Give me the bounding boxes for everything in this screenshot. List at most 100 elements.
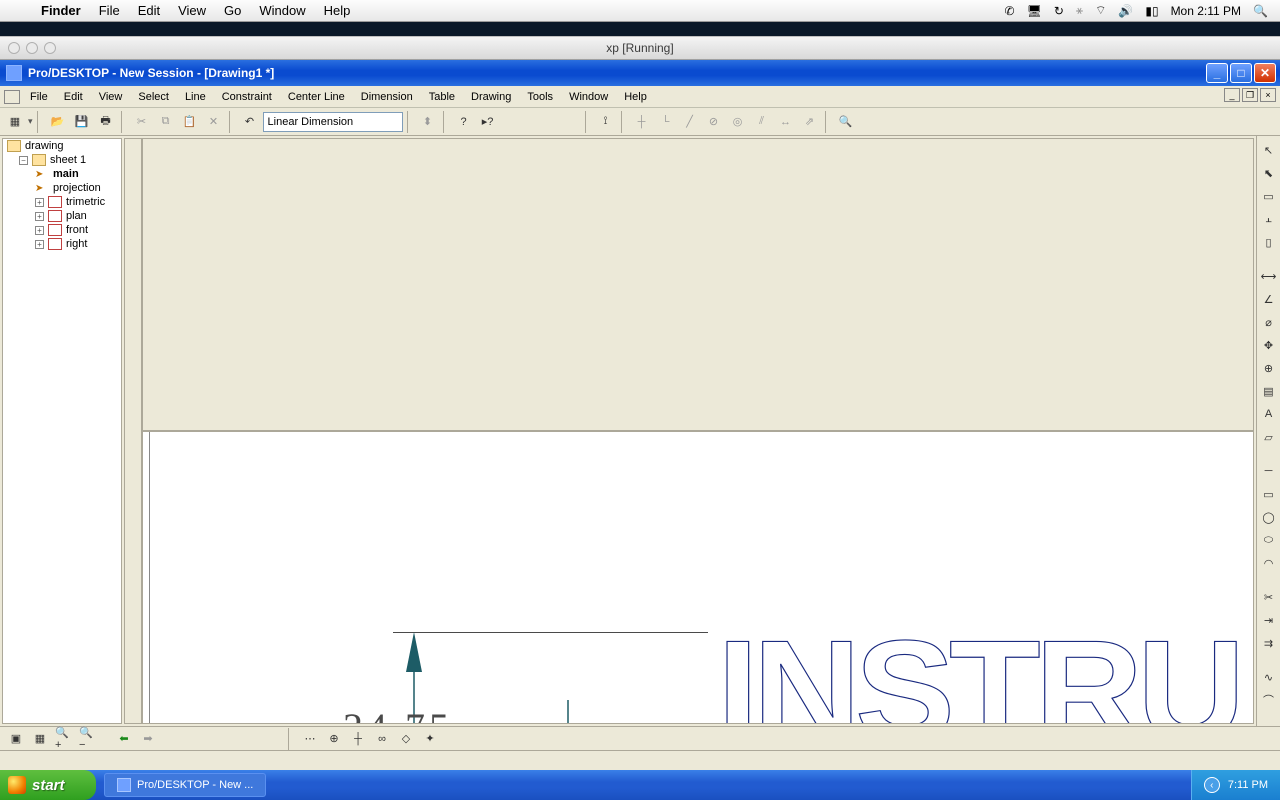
volume-icon[interactable]: 🔊 [1118,4,1133,18]
menu-centerline[interactable]: Center Line [280,89,353,105]
zoom-in-button[interactable]: 🔍+ [54,729,74,749]
tool-i[interactable]: 🔍 [835,111,857,133]
app-minimize-button[interactable]: _ [1206,63,1228,83]
dimension-value-1[interactable]: 24.75 [343,704,453,724]
tree-projection[interactable]: projection [53,182,101,194]
tree-trimetric[interactable]: trimetric [66,196,105,208]
shape-ellipse[interactable]: ⬭ [1259,530,1279,550]
mac-menu-window[interactable]: Window [250,3,314,18]
mac-menu-file[interactable]: File [90,3,129,18]
shape-arc[interactable]: ◠ [1259,553,1279,573]
menu-help[interactable]: Help [616,89,655,105]
tray-clock[interactable]: 7:11 PM [1228,779,1268,791]
next-view-button[interactable]: ➡ [138,729,158,749]
tool-c[interactable]: ╱ [679,111,701,133]
tool-g[interactable]: ↔ [775,111,797,133]
drawing-canvas[interactable]: 24.75 3.00 [142,431,1254,724]
pointer-tool[interactable]: ⬉ [1259,163,1279,183]
dim-angular-tool[interactable]: ∠ [1259,289,1279,309]
rect-tool[interactable]: ▯ [1259,232,1279,252]
mdi-icon[interactable] [4,90,20,104]
app-close-button[interactable]: ✕ [1254,63,1276,83]
update-button[interactable]: ⬍ [417,111,439,133]
doc-restore-button[interactable]: ❐ [1242,88,1258,102]
menu-file[interactable]: File [22,89,56,105]
app-titlebar[interactable]: Pro/DESKTOP - New Session - [Drawing1 *]… [0,60,1280,86]
command-combo[interactable]: Linear Dimension [263,112,403,132]
whatsthis-button[interactable]: ▸? [477,111,499,133]
spline-tool[interactable]: ∿ [1259,667,1279,687]
save-button[interactable]: 💾 [71,111,93,133]
tree-main[interactable]: main [53,168,79,180]
tool-b[interactable]: └ [655,111,677,133]
browser-tree[interactable]: drawing −sheet 1 main projection +trimet… [2,138,122,724]
open-button[interactable]: 📂 [47,111,69,133]
offset-tool[interactable]: ⇉ [1259,633,1279,653]
zoom-out-button[interactable]: 🔍− [78,729,98,749]
note-tool[interactable]: A [1259,404,1279,424]
tool-a[interactable]: ┼ [631,111,653,133]
vm-close-button[interactable] [8,42,20,54]
help-button[interactable]: ? [453,111,475,133]
tree-front[interactable]: front [66,224,88,236]
zoom-extents-button[interactable]: ▦ [30,729,50,749]
app-maximize-button[interactable]: □ [1230,63,1252,83]
centerline-tool[interactable]: ⊕ [1259,358,1279,378]
trim-tool[interactable]: ✂ [1259,587,1279,607]
start-button[interactable]: start [0,770,96,800]
print-button[interactable]: 🖶 [95,111,117,133]
snap-a[interactable]: ⋯ [300,729,320,749]
mac-app-menu[interactable]: Finder [32,3,90,18]
shape-circle[interactable]: ◯ [1259,507,1279,527]
measure-button[interactable]: ⟟ [595,111,617,133]
hatch-tool[interactable]: ▤ [1259,381,1279,401]
dim-diameter-tool[interactable]: ⌀ [1259,312,1279,332]
snap-d[interactable]: ∞ [372,729,392,749]
cut-button[interactable]: ✂ [131,111,153,133]
new-design-button[interactable]: ▦ [4,111,26,133]
timemachine-icon[interactable]: ↻ [1054,4,1064,18]
expand-toggle[interactable]: + [35,212,44,221]
vm-minimize-button[interactable] [26,42,38,54]
paste-button[interactable]: 📋 [179,111,201,133]
select-tool[interactable]: ↖ [1259,140,1279,160]
undo-button[interactable]: ↶ [239,111,261,133]
prev-view-button[interactable]: ⬅ [114,729,134,749]
tree-plan[interactable]: plan [66,210,87,222]
fillet-tool[interactable]: ⌒ [1259,690,1279,710]
menu-dimension[interactable]: Dimension [353,89,421,105]
menu-drawing[interactable]: Drawing [463,89,519,105]
menu-edit[interactable]: Edit [56,89,91,105]
display-icon[interactable]: 🖥 [1027,4,1042,18]
menu-line[interactable]: Line [177,89,214,105]
shape-line[interactable]: ─ [1259,461,1279,481]
tree-sheet[interactable]: sheet 1 [50,154,86,166]
mac-menu-help[interactable]: Help [315,3,360,18]
menu-view[interactable]: View [91,89,131,105]
mac-menu-go[interactable]: Go [215,3,250,18]
dim-linear-tool[interactable]: ⟷ [1259,266,1279,286]
move-tool[interactable]: ✥ [1259,335,1279,355]
wifi-icon[interactable]: ⌔ [1095,3,1106,18]
tray-expand-icon[interactable]: ‹ [1204,777,1220,793]
menu-table[interactable]: Table [421,89,463,105]
menu-tools[interactable]: Tools [519,89,561,105]
tool-e[interactable]: ◎ [727,111,749,133]
expand-toggle[interactable]: − [19,156,28,165]
menu-window[interactable]: Window [561,89,616,105]
shape-rect[interactable]: ▭ [1259,484,1279,504]
doc-close-button[interactable]: × [1260,88,1276,102]
snap-c[interactable]: ┼ [348,729,368,749]
extend-tool[interactable]: ⇥ [1259,610,1279,630]
tool-f[interactable]: ⫽ [751,111,773,133]
tool-d[interactable]: ⊘ [703,111,725,133]
system-tray[interactable]: ‹ 7:11 PM [1191,770,1280,800]
bluetooth-icon[interactable]: ⚹ [1076,3,1083,18]
spotlight-icon[interactable]: 🔍 [1253,4,1268,18]
menu-select[interactable]: Select [130,89,177,105]
tree-right[interactable]: right [66,238,87,250]
mac-clock[interactable]: Mon 2:11 PM [1171,4,1241,18]
copy-button[interactable]: ⧉ [155,111,177,133]
expand-toggle[interactable]: + [35,198,44,207]
mac-menu-edit[interactable]: Edit [129,3,169,18]
